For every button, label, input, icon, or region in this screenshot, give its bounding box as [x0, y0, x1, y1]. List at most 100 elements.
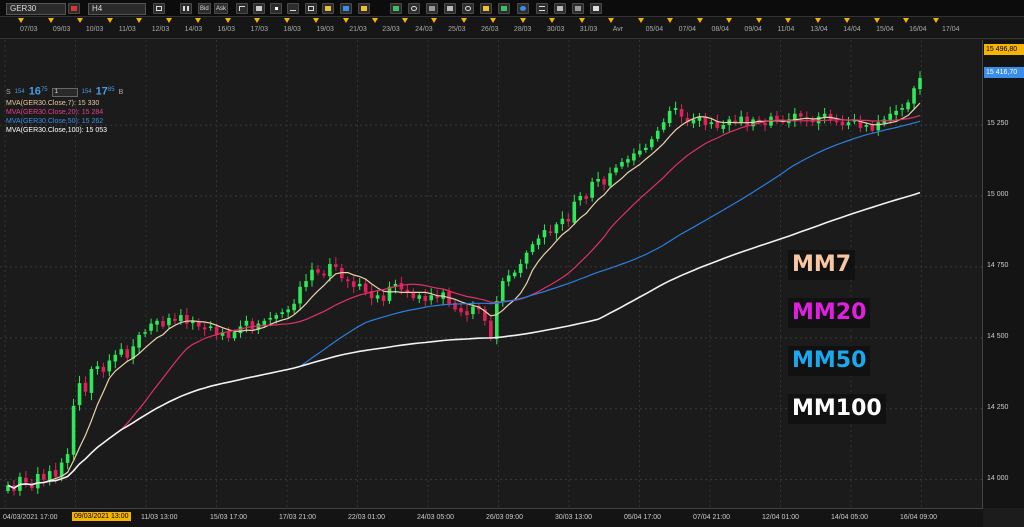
bar-chart-icon[interactable] — [180, 3, 192, 14]
time-tick-label: 22/03 01:00 — [348, 514, 385, 521]
event-marker[interactable] — [578, 18, 585, 23]
event-marker[interactable] — [254, 18, 260, 23]
event-marker[interactable] — [755, 18, 762, 23]
lot-input[interactable]: 1 — [51, 87, 78, 97]
candle-body — [763, 123, 767, 126]
candle-body — [250, 321, 255, 330]
event-marker[interactable] — [696, 18, 703, 23]
event-marker[interactable] — [224, 18, 231, 23]
event-marker[interactable] — [283, 18, 290, 23]
candle-body — [417, 295, 422, 299]
zoom-icon[interactable] — [408, 3, 420, 14]
candle-body — [429, 295, 434, 301]
point-icon[interactable] — [270, 3, 282, 14]
template-icon[interactable] — [444, 3, 456, 14]
event-marker[interactable] — [667, 18, 673, 23]
fibonacci-icon[interactable] — [340, 3, 352, 14]
chart-plot-area[interactable]: S 154 1675 1 154 1785 B MVA(GER30.Close,… — [0, 40, 983, 508]
price-axis[interactable]: 15 496,80 15 416,70 14 000 14 250 14 500 14… — [983, 40, 1024, 508]
crosshair-icon[interactable] — [236, 3, 248, 14]
settings-icon[interactable] — [426, 3, 438, 14]
candle-body — [363, 283, 368, 293]
price-tick-label: 15 000 — [987, 191, 1009, 198]
event-marker[interactable] — [726, 18, 732, 23]
event-marker[interactable] — [785, 18, 791, 23]
candle-body — [661, 122, 666, 130]
world-icon[interactable] — [517, 3, 529, 14]
bid-button[interactable]: Bid — [198, 3, 211, 14]
date-strip-tick: 30/03 — [546, 26, 565, 33]
event-marker[interactable] — [873, 18, 880, 23]
symbol-input[interactable]: GER30 — [6, 3, 66, 15]
event-marker[interactable] — [844, 18, 850, 23]
quote-row: S 154 1675 1 154 1785 B — [6, 85, 123, 99]
bid-price[interactable]: 1675 — [29, 86, 48, 97]
candle-body — [274, 315, 279, 319]
event-marker[interactable] — [401, 18, 408, 23]
text-tool-icon[interactable] — [322, 3, 334, 14]
event-marker[interactable] — [47, 18, 54, 23]
print-icon[interactable] — [554, 3, 566, 14]
candle-body — [739, 116, 743, 123]
last-price-tag: 15 416,70 — [984, 67, 1024, 78]
rectangle-tool-icon[interactable] — [305, 3, 317, 14]
alert-icon[interactable] — [480, 3, 492, 14]
candle-body — [24, 477, 28, 483]
event-marker[interactable] — [165, 18, 172, 23]
candle-body — [268, 317, 273, 320]
event-marker[interactable] — [549, 18, 555, 23]
candle-body — [638, 150, 642, 155]
candle-body — [512, 272, 517, 277]
list-icon[interactable] — [536, 3, 548, 14]
candle-body — [816, 116, 821, 124]
cycle-icon[interactable] — [498, 3, 510, 14]
chart-type-icon[interactable] — [153, 3, 165, 14]
cursor-icon[interactable] — [253, 3, 265, 14]
event-marker[interactable] — [814, 18, 821, 23]
event-marker[interactable] — [490, 18, 496, 23]
candle-body — [465, 311, 469, 316]
candle-body — [155, 320, 159, 325]
event-marker[interactable] — [136, 18, 142, 23]
indicator-ma50: MVA(GER30.Close,50): 15 262 — [6, 118, 104, 125]
candle-body — [232, 332, 237, 339]
date-strip-tick: 07/03 — [20, 26, 38, 33]
event-marker[interactable] — [313, 18, 319, 23]
ask-button[interactable]: Ask — [214, 3, 229, 14]
event-marker[interactable] — [18, 18, 24, 23]
refresh-icon[interactable] — [462, 3, 474, 14]
event-marker[interactable] — [431, 18, 437, 23]
date-strip: 07/03 09/03 10/03 11/03 12/03 14/03 16/03 17/03… — [0, 17, 1024, 39]
time-axis[interactable]: 04/03/2021 17:00 09/03/2021 13:00 11/03 13… — [0, 508, 983, 527]
candle-body — [912, 88, 916, 104]
event-marker[interactable] — [519, 18, 526, 23]
event-marker[interactable] — [106, 18, 113, 23]
help-icon[interactable] — [590, 3, 602, 14]
event-marker[interactable] — [608, 18, 614, 23]
event-marker[interactable] — [460, 18, 467, 23]
timeframe-input[interactable]: H4 — [88, 3, 146, 15]
candle-body — [89, 369, 94, 393]
candle-body — [900, 108, 904, 110]
symbol-color-button[interactable] — [68, 3, 80, 14]
indicator-icon[interactable] — [390, 3, 402, 14]
event-marker[interactable] — [195, 18, 201, 23]
candle-body — [691, 119, 696, 124]
line-tool-icon[interactable] — [287, 3, 299, 14]
date-strip-tick: 23/03 — [382, 26, 400, 33]
event-marker[interactable] — [932, 18, 939, 23]
candle-body — [334, 264, 338, 267]
pencil-icon[interactable] — [358, 3, 370, 14]
export-icon[interactable] — [572, 3, 584, 14]
event-marker[interactable] — [342, 18, 349, 23]
event-marker[interactable] — [372, 18, 378, 23]
candle-body — [71, 405, 76, 455]
event-marker[interactable] — [637, 18, 644, 23]
event-marker[interactable] — [903, 18, 909, 23]
ask-price[interactable]: 1785 — [96, 86, 115, 97]
candle-body — [584, 196, 588, 199]
candle-body — [41, 473, 46, 480]
event-marker[interactable] — [77, 18, 83, 23]
date-strip-tick: 07/04 — [678, 26, 697, 33]
date-strip-tick: Avr — [612, 26, 624, 33]
